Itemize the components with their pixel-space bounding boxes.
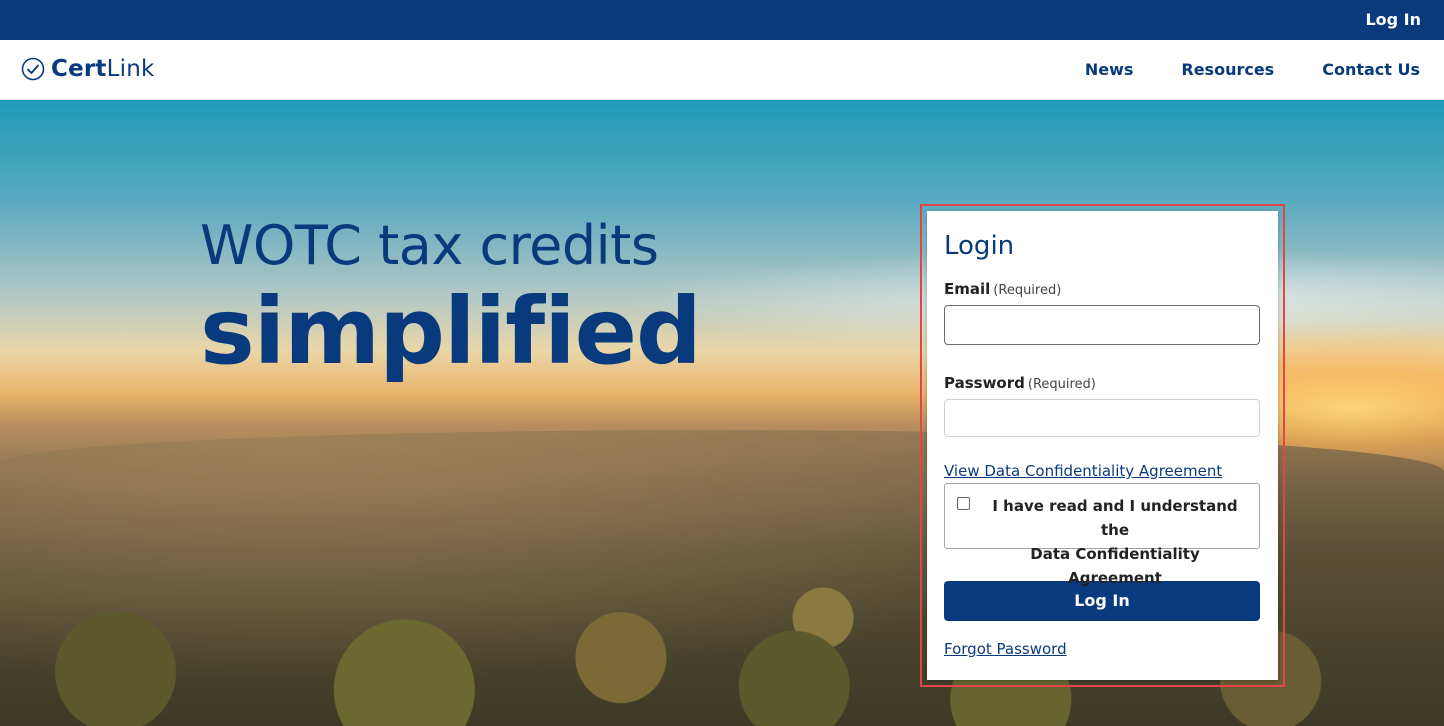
agree-text-line1: I have read and I understand the [992, 497, 1238, 539]
password-label: Password (Required) [944, 373, 1261, 395]
brand-logo[interactable]: CertLink [21, 56, 155, 82]
login-card: Login Email (Required) Password (Required)… [927, 211, 1278, 680]
agree-checkbox[interactable] [957, 497, 970, 510]
brand-name-regular: Link [106, 56, 155, 82]
view-dca-link[interactable]: View Data Confidentiality Agreement [944, 461, 1222, 481]
password-field[interactable] [944, 399, 1260, 437]
email-field[interactable] [944, 305, 1260, 345]
check-circle-icon [21, 57, 45, 81]
email-label: Email (Required) [944, 279, 1261, 301]
nav-item-resources[interactable]: Resources [1181, 60, 1274, 79]
nav-item-contact-us[interactable]: Contact Us [1322, 60, 1420, 79]
brand-name: CertLink [51, 56, 155, 82]
nav-item-news[interactable]: News [1085, 60, 1134, 79]
email-label-text: Email [944, 280, 991, 298]
brand-name-bold: Cert [51, 56, 107, 82]
headline-line1: WOTC tax credits [200, 214, 659, 277]
agree-checkbox-group[interactable]: I have read and I understand the Data Co… [944, 483, 1260, 587]
password-required-note: (Required) [1027, 377, 1096, 392]
hero-headline: WOTC tax credits simplified [200, 214, 702, 385]
top-utility-bar: Log In [0, 0, 1444, 40]
agree-checkbox-label[interactable]: I have read and I understand the Data Co… [981, 494, 1249, 590]
password-label-text: Password [944, 374, 1025, 392]
login-title: Login [944, 231, 1015, 261]
forgot-password-link[interactable]: Forgot Password [944, 639, 1067, 659]
main-navbar: CertLink News Resources Contact Us [0, 40, 1444, 100]
primary-nav: News Resources Contact Us [1085, 60, 1420, 79]
headline-line2: simplified [200, 278, 702, 385]
email-required-note: (Required) [993, 283, 1062, 298]
top-login-link[interactable]: Log In [1365, 10, 1421, 29]
